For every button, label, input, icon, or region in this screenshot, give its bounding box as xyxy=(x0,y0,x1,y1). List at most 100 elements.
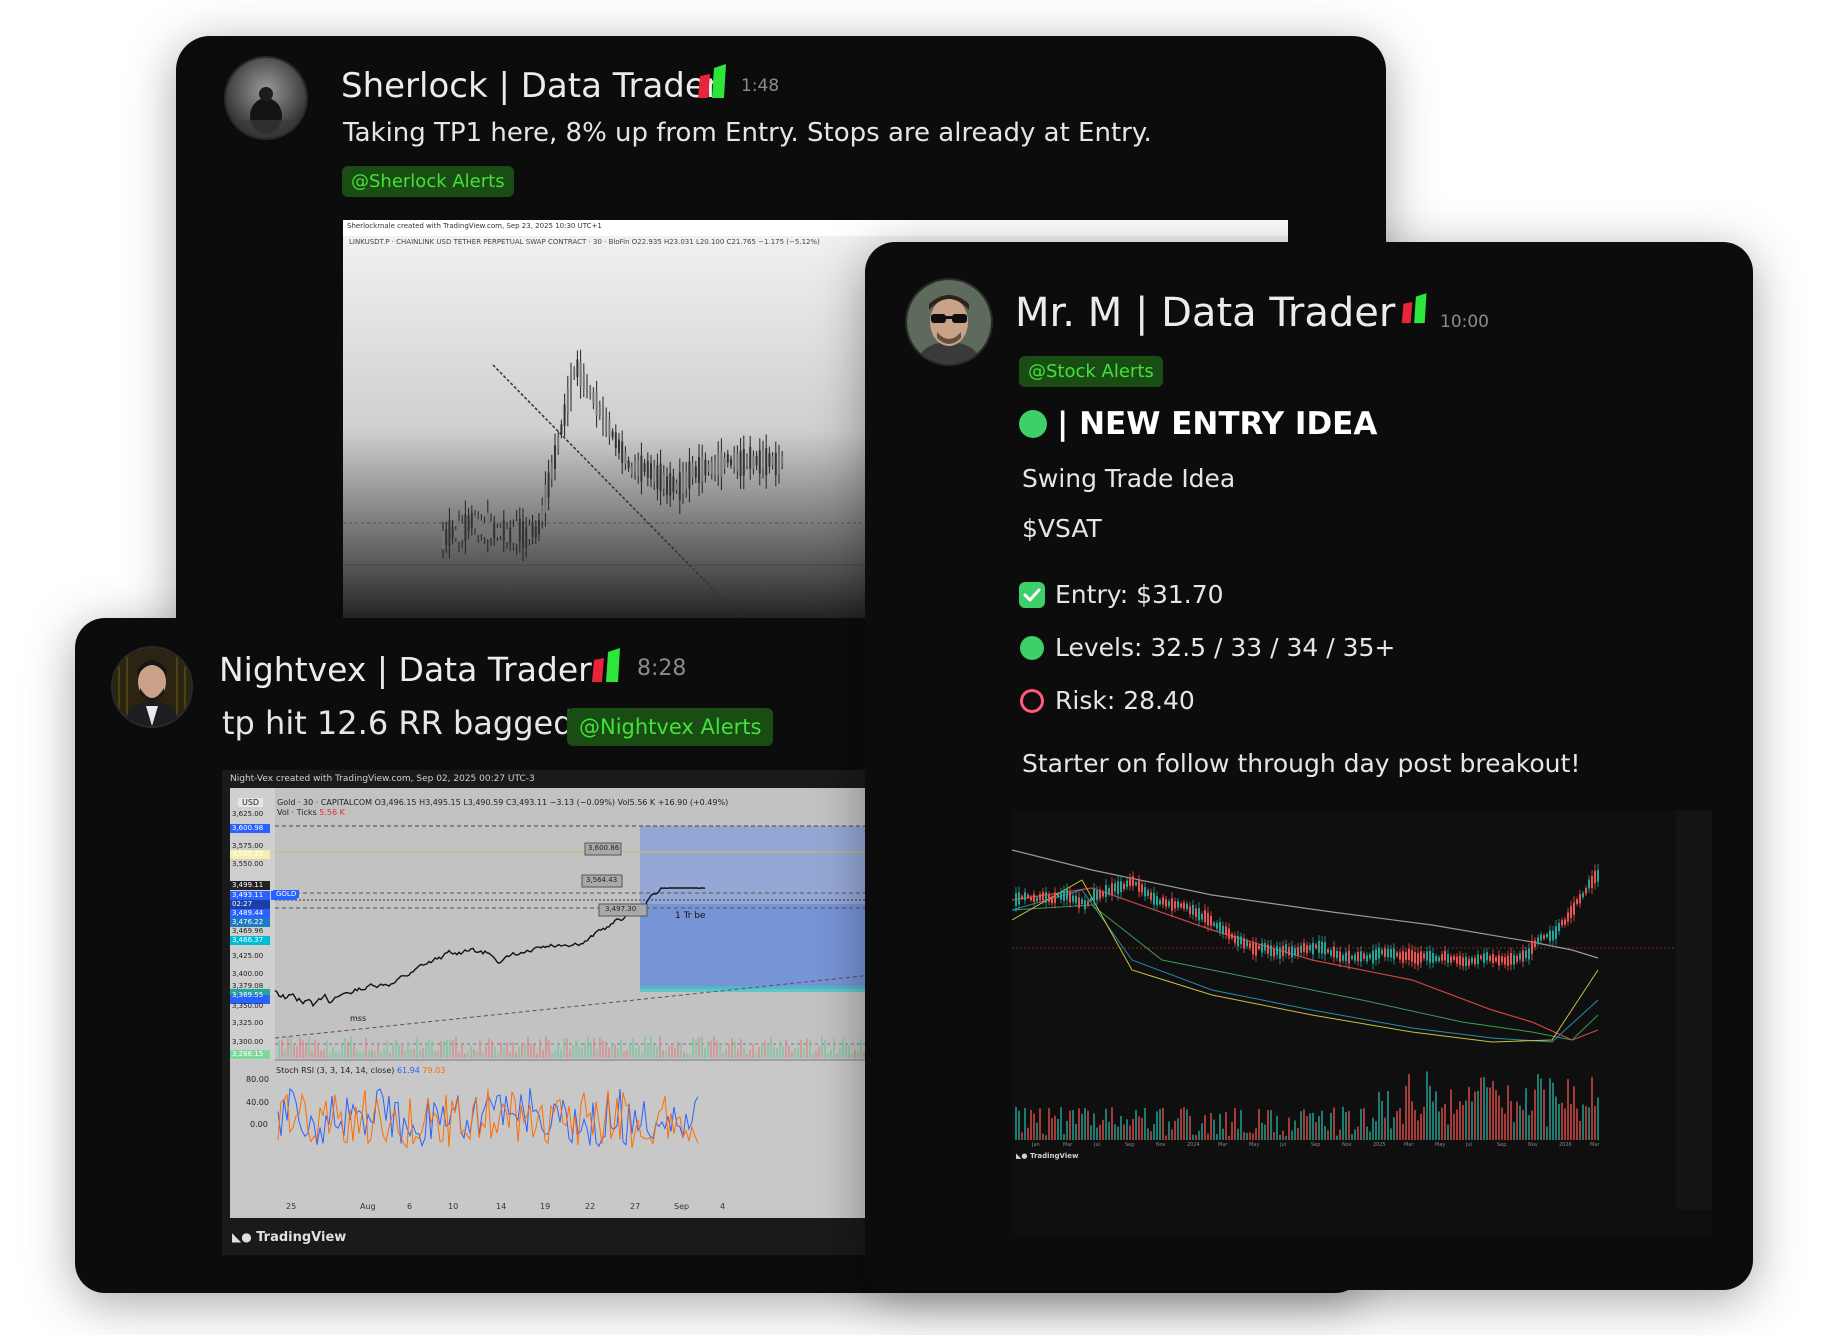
candle-body xyxy=(550,462,553,480)
candle-body xyxy=(1300,945,1302,953)
candle-body xyxy=(1489,956,1491,961)
volume-bar xyxy=(554,1050,556,1058)
volume-bar xyxy=(365,1037,367,1058)
volume-bar xyxy=(1222,1128,1224,1140)
volume-bar xyxy=(626,1049,628,1058)
volume-bar xyxy=(1297,1127,1299,1140)
volume-bar xyxy=(1039,1108,1041,1140)
volume-bar xyxy=(728,1043,730,1058)
volume-bar xyxy=(1237,1128,1239,1140)
candle-body xyxy=(1072,895,1074,902)
chart-attachment[interactable]: Jan Mar Jul Sep Nov 2024 Mar May Jul Sep Nov 2025 Ma… xyxy=(1012,810,1712,1236)
avatar-image xyxy=(113,648,191,726)
volume-bar xyxy=(1498,1095,1500,1140)
avatar-nightvex[interactable] xyxy=(111,646,193,728)
volume-bar xyxy=(848,1045,850,1058)
candle-body xyxy=(538,520,540,534)
candle-body xyxy=(1264,943,1266,951)
time-axis-label: 27 xyxy=(630,1202,641,1211)
candle-body xyxy=(1207,912,1209,926)
chart-symbol-line: Gold · 30 · CAPITALCOM O3,496.15 H3,495.… xyxy=(277,798,729,807)
volume-bar xyxy=(1267,1110,1269,1140)
volume-bar xyxy=(740,1038,742,1058)
red-green-bar-icon xyxy=(698,64,726,98)
candle-body xyxy=(1375,949,1377,961)
candle-body xyxy=(1186,903,1188,910)
candle-body xyxy=(1501,956,1503,963)
avatar-image xyxy=(226,58,306,138)
candle-body xyxy=(742,448,745,476)
candle-body xyxy=(1561,920,1563,926)
volume-bar xyxy=(1066,1120,1068,1140)
candle-body xyxy=(1309,945,1311,951)
candle-body xyxy=(1498,955,1500,966)
time-axis-label: Jan xyxy=(1032,1142,1040,1148)
candle-body xyxy=(1174,901,1176,909)
entry-box-label: 3,564.43 xyxy=(586,876,618,884)
volume-bar xyxy=(1144,1108,1146,1140)
volume-bar xyxy=(557,1042,559,1058)
candle-body xyxy=(717,452,720,475)
role-mention[interactable]: @Nightvex Alerts xyxy=(567,708,774,746)
role-mention[interactable]: @Sherlock Alerts xyxy=(342,166,514,197)
message-text: tp hit 12.6 RR bagged xyxy=(222,704,574,742)
volume-bar xyxy=(668,1045,670,1058)
candle-body xyxy=(1306,945,1308,953)
candle-body xyxy=(1111,883,1113,896)
volume-bar xyxy=(689,1053,691,1058)
candle-body xyxy=(704,459,707,476)
volume-bar xyxy=(1312,1112,1314,1140)
volume-bar xyxy=(1318,1116,1320,1140)
candle-body xyxy=(1102,891,1104,897)
candle-body xyxy=(758,450,761,474)
candle-body xyxy=(701,456,704,482)
candle-body xyxy=(1540,934,1542,941)
price-axis-label: 3,350.00 xyxy=(232,1002,264,1010)
candle-body xyxy=(528,525,531,540)
candle-body xyxy=(1399,952,1401,960)
candle-body xyxy=(1411,950,1413,962)
avatar-sherlock[interactable] xyxy=(224,56,308,140)
candle-body xyxy=(1420,951,1422,963)
candle-body xyxy=(1273,948,1275,957)
price-axis-label: 3,600.98 xyxy=(232,824,264,832)
candle-body xyxy=(646,460,649,478)
volume-bar xyxy=(380,1052,382,1058)
entry-text: Entry: $31.70 xyxy=(1055,580,1224,609)
candle-body xyxy=(1060,891,1062,900)
author-name[interactable]: Sherlock | Data Trader xyxy=(341,66,720,106)
candle-body xyxy=(1285,944,1287,954)
candle-body xyxy=(1066,888,1068,900)
author-name[interactable]: Mr. M | Data Trader xyxy=(1015,290,1395,336)
candle-body xyxy=(778,454,780,474)
author-name[interactable]: Nightvex | Data Trader xyxy=(219,650,592,689)
candle-body xyxy=(515,521,518,544)
role-mention[interactable]: @Stock Alerts xyxy=(1019,356,1163,387)
candle-body xyxy=(1168,901,1170,907)
volume-bar xyxy=(818,1046,820,1058)
candle-body xyxy=(1276,946,1278,955)
volume-bar xyxy=(782,1045,784,1058)
volume-bar xyxy=(629,1042,631,1058)
volume-bar xyxy=(635,1048,637,1058)
volume-bar xyxy=(788,1045,790,1058)
volume-bar xyxy=(1468,1086,1470,1140)
avatar-mrm[interactable] xyxy=(905,278,993,366)
candle-body xyxy=(710,462,713,474)
volume-bar xyxy=(1282,1130,1284,1140)
candle-body xyxy=(1525,950,1527,958)
candle-body xyxy=(1471,957,1473,963)
volume-bar xyxy=(1333,1107,1335,1140)
volume-bar xyxy=(1366,1126,1368,1140)
candle-body xyxy=(1402,951,1404,963)
volume-bar xyxy=(1162,1107,1164,1140)
candle-body xyxy=(1303,943,1305,952)
volume-bar xyxy=(302,1039,304,1058)
price-axis-label: 3,286.15 xyxy=(232,1050,264,1058)
time-axis-label: Aug xyxy=(360,1202,376,1211)
volume-bar xyxy=(1432,1101,1434,1140)
candle-body xyxy=(1081,899,1083,904)
volume-bar xyxy=(377,1042,379,1058)
volume-bar xyxy=(644,1036,646,1058)
candle-body xyxy=(621,441,624,464)
